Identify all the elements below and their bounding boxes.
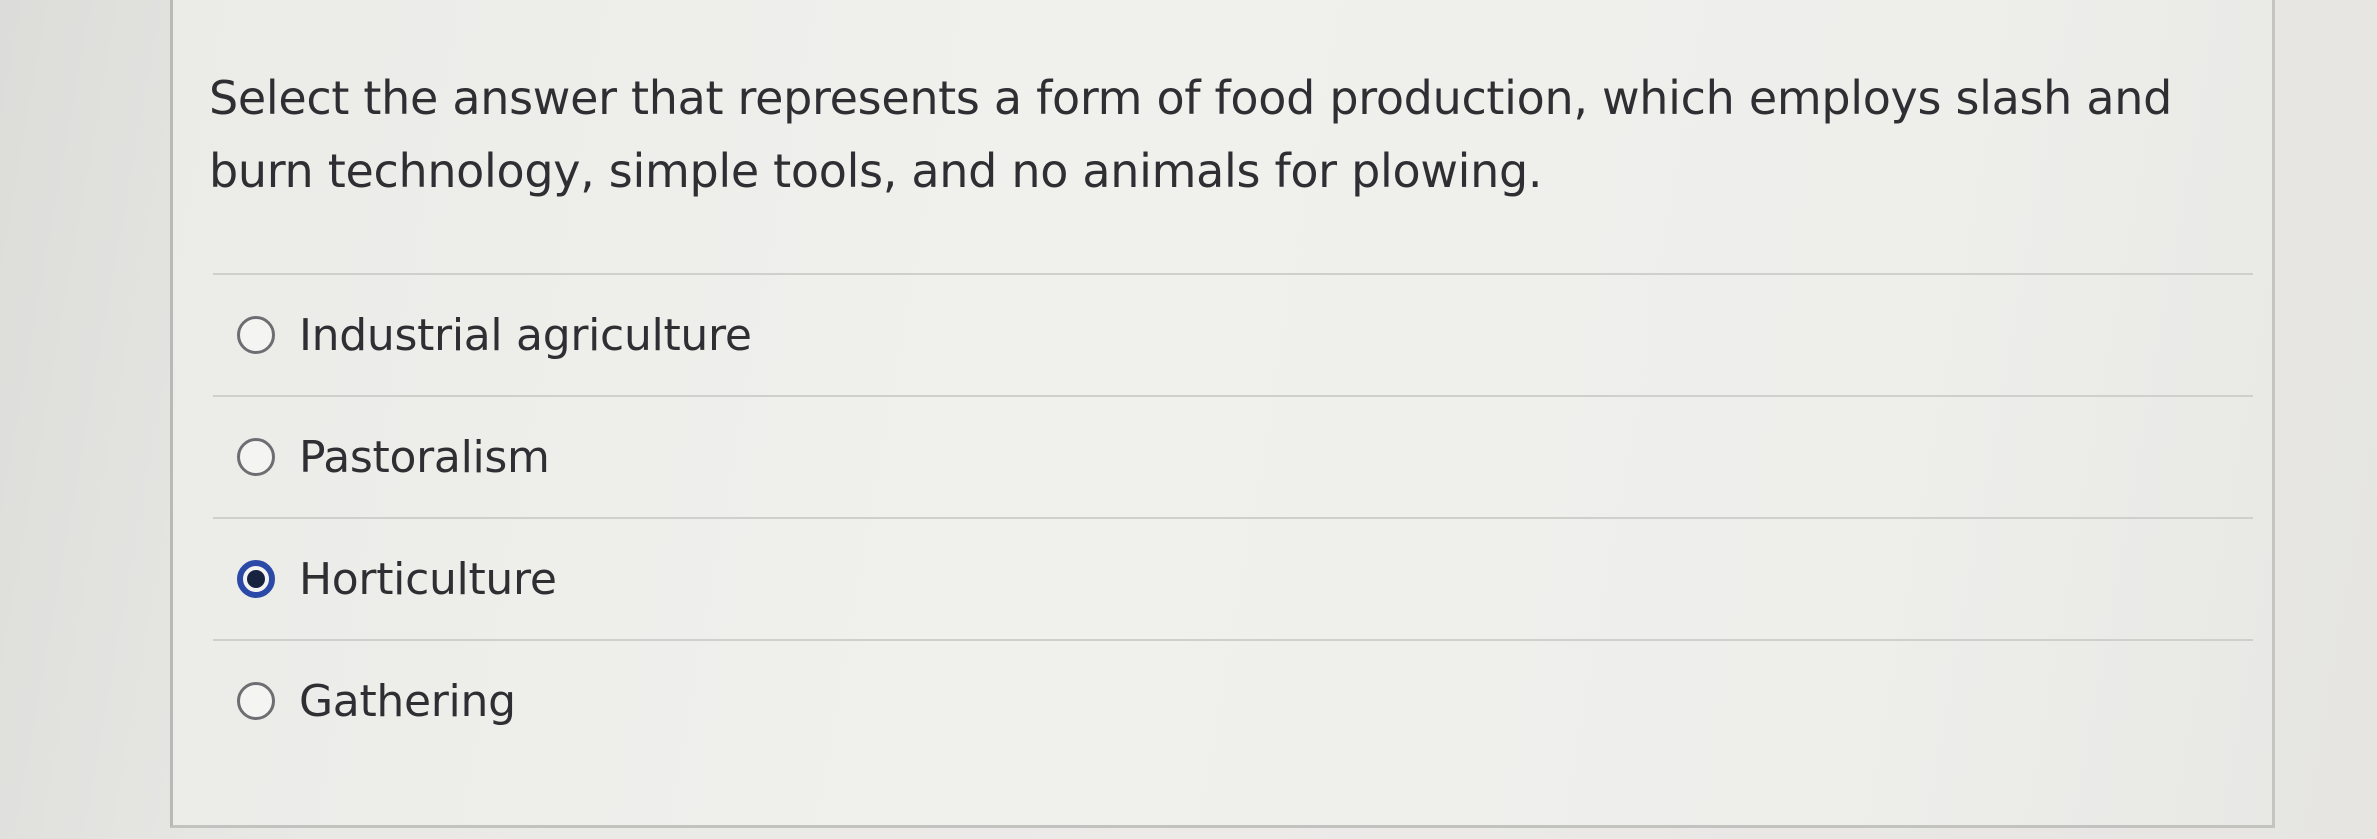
answer-options: Industrial agriculture Pastoralism Horti…: [213, 273, 2253, 761]
option-label: Industrial agriculture: [299, 309, 752, 361]
page-background: Select the answer that represents a form…: [0, 0, 2377, 839]
option-label: Gathering: [299, 675, 516, 727]
question-card: Select the answer that represents a form…: [170, 0, 2275, 828]
option-gathering[interactable]: Gathering: [213, 641, 2253, 761]
option-pastoralism[interactable]: Pastoralism: [213, 397, 2253, 517]
radio-button[interactable]: [237, 316, 275, 354]
option-horticulture[interactable]: Horticulture: [213, 519, 2253, 639]
radio-button[interactable]: [237, 682, 275, 720]
radio-button-selected[interactable]: [237, 560, 275, 598]
option-label: Pastoralism: [299, 431, 550, 483]
radio-button[interactable]: [237, 438, 275, 476]
option-label: Horticulture: [299, 553, 557, 605]
option-industrial-agriculture[interactable]: Industrial agriculture: [213, 275, 2253, 395]
question-text: Select the answer that represents a form…: [209, 71, 2172, 198]
